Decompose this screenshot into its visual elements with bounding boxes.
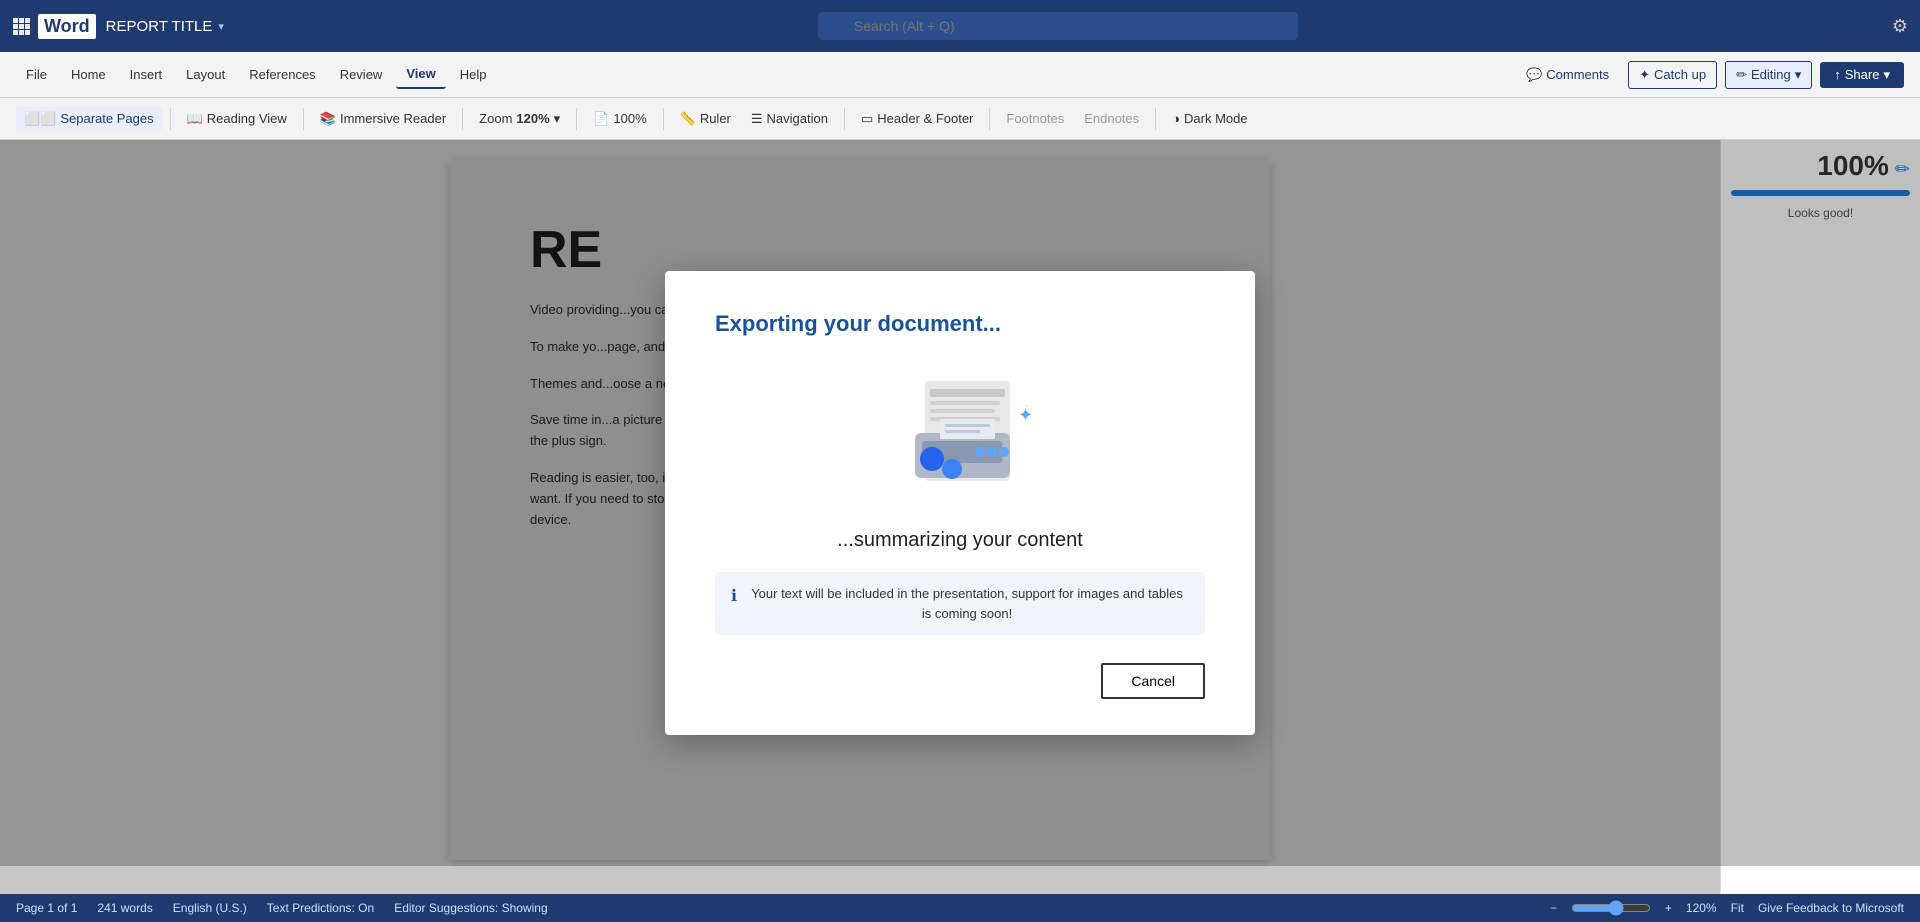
- tab-help[interactable]: Help: [450, 61, 497, 88]
- share-chevron: ▾: [1883, 67, 1890, 83]
- header-footer-icon: ▭: [861, 111, 873, 127]
- tab-review[interactable]: Review: [330, 61, 393, 88]
- toolbar-zoom[interactable]: Zoom 120% ▾: [471, 107, 568, 131]
- toolbar-dark-mode[interactable]: ◑ Dark Mode: [1164, 107, 1255, 130]
- toolbar-divider-4: [576, 108, 577, 130]
- catchup-button[interactable]: ✦ Catch up: [1628, 61, 1717, 89]
- dark-mode-icon: ◑: [1172, 111, 1180, 126]
- search-wrap: 🔍: [818, 12, 1298, 40]
- toolbar-reading-view[interactable]: 📖 Reading View: [179, 107, 295, 131]
- dialog-actions: Cancel: [715, 663, 1205, 699]
- tab-layout[interactable]: Layout: [176, 61, 235, 88]
- share-button[interactable]: ↑ Share ▾: [1820, 62, 1904, 88]
- toolbar-divider-5: [663, 108, 664, 130]
- toolbar-footnotes[interactable]: Footnotes: [998, 107, 1072, 130]
- dialog-title: Exporting your document...: [715, 311, 1001, 337]
- zoom-chevron: ▾: [554, 111, 561, 127]
- zoom-level-label: 120%: [1686, 901, 1717, 915]
- toolbar-divider-6: [844, 108, 845, 130]
- doc-title: REPORT TITLE: [106, 18, 213, 35]
- word-logo: Word: [38, 14, 96, 39]
- app-grid-icon[interactable]: [12, 17, 30, 35]
- toolbar-separate-pages[interactable]: ⬜⬜ Separate Pages: [16, 107, 162, 131]
- reading-view-icon: 📖: [187, 111, 203, 127]
- text-predictions: Text Predictions: On: [267, 901, 374, 915]
- catchup-icon: ✦: [1639, 67, 1650, 83]
- toolbar-fit-page[interactable]: 📄 100%: [585, 107, 654, 131]
- editor-suggestions: Editor Suggestions: Showing: [394, 901, 547, 915]
- toolbar: ⬜⬜ Separate Pages 📖 Reading View 📚 Immer…: [0, 98, 1920, 140]
- zoom-in-button[interactable]: +: [1665, 901, 1672, 915]
- immersive-reader-icon: 📚: [320, 111, 336, 127]
- editing-chevron: ▾: [1795, 67, 1802, 83]
- toolbar-immersive-reader[interactable]: 📚 Immersive Reader: [312, 107, 454, 131]
- toolbar-divider-7: [989, 108, 990, 130]
- editing-icon: ✏: [1736, 67, 1747, 83]
- toolbar-divider-1: [170, 108, 171, 130]
- fit-page-icon: 📄: [593, 111, 609, 127]
- search-input[interactable]: [818, 12, 1298, 40]
- info-icon: ℹ: [731, 585, 737, 609]
- tab-home[interactable]: Home: [61, 61, 116, 88]
- title-bar-left: Word REPORT TITLE ▾: [12, 14, 224, 39]
- svg-text:·: ·: [1025, 398, 1029, 412]
- export-dialog: Exporting your document...: [665, 271, 1255, 735]
- dialog-illustration: ✦ ·: [870, 361, 1050, 501]
- toolbar-header-footer[interactable]: ▭ Header & Footer: [853, 107, 981, 131]
- status-right: − + 120% Fit Give Feedback to Microsoft: [1550, 900, 1904, 916]
- dialog-subtitle: ...summarizing your content: [837, 529, 1083, 552]
- dialog-overlay: Exporting your document...: [0, 140, 1920, 866]
- tab-file[interactable]: File: [16, 61, 57, 88]
- toolbar-ruler[interactable]: 📏 Ruler: [672, 107, 739, 131]
- comments-button[interactable]: 💬 Comments: [1515, 61, 1620, 89]
- fit-label[interactable]: Fit: [1731, 901, 1744, 915]
- settings-icon[interactable]: ⚙: [1892, 16, 1908, 37]
- toolbar-divider-3: [462, 108, 463, 130]
- title-right: ⚙: [1892, 16, 1908, 37]
- tab-references[interactable]: References: [239, 61, 325, 88]
- ruler-icon: 📏: [680, 111, 696, 127]
- tab-view[interactable]: View: [396, 60, 445, 89]
- zoom-out-button[interactable]: −: [1550, 901, 1557, 915]
- feedback-link[interactable]: Give Feedback to Microsoft: [1758, 901, 1904, 915]
- title-center: 🔍: [224, 12, 1892, 40]
- toolbar-navigation[interactable]: ☰ Navigation: [743, 107, 836, 131]
- toolbar-endnotes[interactable]: Endnotes: [1076, 107, 1147, 130]
- ribbon-right: 💬 Comments ✦ Catch up ✏ Editing ▾ ↑ Shar…: [1515, 61, 1904, 89]
- word-count: 241 words: [97, 901, 152, 915]
- status-bar: Page 1 of 1 241 words English (U.S.) Tex…: [0, 894, 1920, 922]
- page-info: Page 1 of 1: [16, 901, 77, 915]
- editing-button[interactable]: ✏ Editing ▾: [1725, 61, 1812, 89]
- zoom-slider[interactable]: [1571, 900, 1651, 916]
- main-area: RE Video providing...you can paste in th…: [0, 140, 1920, 894]
- separate-pages-icon: ⬜⬜: [24, 111, 56, 127]
- navigation-icon: ☰: [751, 111, 763, 127]
- share-icon: ↑: [1834, 67, 1841, 82]
- dialog-info: ℹ Your text will be included in the pres…: [715, 572, 1205, 635]
- toolbar-divider-2: [303, 108, 304, 130]
- language: English (U.S.): [173, 901, 247, 915]
- comments-icon: 💬: [1526, 67, 1542, 83]
- ribbon: File Home Insert Layout References Revie…: [0, 52, 1920, 98]
- cancel-button[interactable]: Cancel: [1101, 663, 1205, 699]
- tab-insert[interactable]: Insert: [120, 61, 173, 88]
- title-bar: Word REPORT TITLE ▾ 🔍 ⚙: [0, 0, 1920, 52]
- toolbar-divider-8: [1155, 108, 1156, 130]
